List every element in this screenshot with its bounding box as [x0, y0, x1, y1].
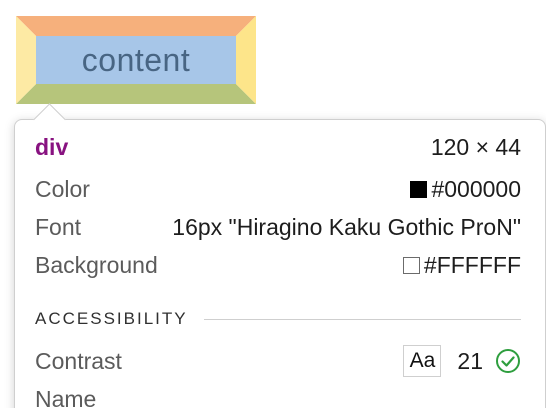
property-value: #FFFFFF: [423, 252, 521, 278]
devtools-inspect-overlay: content div 120 × 44 Color #000000 Font …: [0, 0, 546, 408]
check-circle-icon: [495, 348, 521, 374]
box-model-top: [16, 16, 256, 36]
accessibility-header-label: ACCESSIBILITY: [35, 309, 188, 328]
property-label: Font: [35, 214, 82, 240]
contrast-row: Contrast Aa 21: [35, 345, 521, 377]
color-swatch: [402, 257, 420, 274]
property-row-font: Font 16px "Hiragino Kaku Gothic ProN": [35, 214, 521, 241]
property-row-background: Background #FFFFFF: [35, 252, 521, 279]
accessibility-section-header: ACCESSIBILITY: [35, 309, 521, 329]
property-label: Color: [35, 176, 90, 202]
section-divider: [203, 318, 521, 320]
contrast-sample-badge: Aa: [403, 345, 442, 377]
property-row-color: Color #000000: [35, 176, 521, 203]
element-row: div 120 × 44: [35, 134, 521, 161]
contrast-value: 21: [457, 347, 483, 374]
name-row: Name: [35, 386, 521, 408]
contrast-label: Contrast: [35, 347, 122, 374]
box-content-label: content: [81, 41, 191, 78]
box-model-highlight: content: [16, 16, 256, 104]
element-tag: div: [35, 134, 69, 160]
color-swatch: [410, 181, 428, 198]
property-value: 16px "Hiragino Kaku Gothic ProN": [172, 214, 521, 240]
name-label: Name: [35, 386, 97, 408]
element-size: 120 × 44: [430, 134, 521, 160]
property-label: Background: [35, 252, 158, 278]
property-value: #000000: [431, 176, 521, 202]
box-model-bottom: [16, 84, 256, 104]
inspect-tooltip: div 120 × 44 Color #000000 Font 16px "Hi…: [14, 119, 546, 408]
